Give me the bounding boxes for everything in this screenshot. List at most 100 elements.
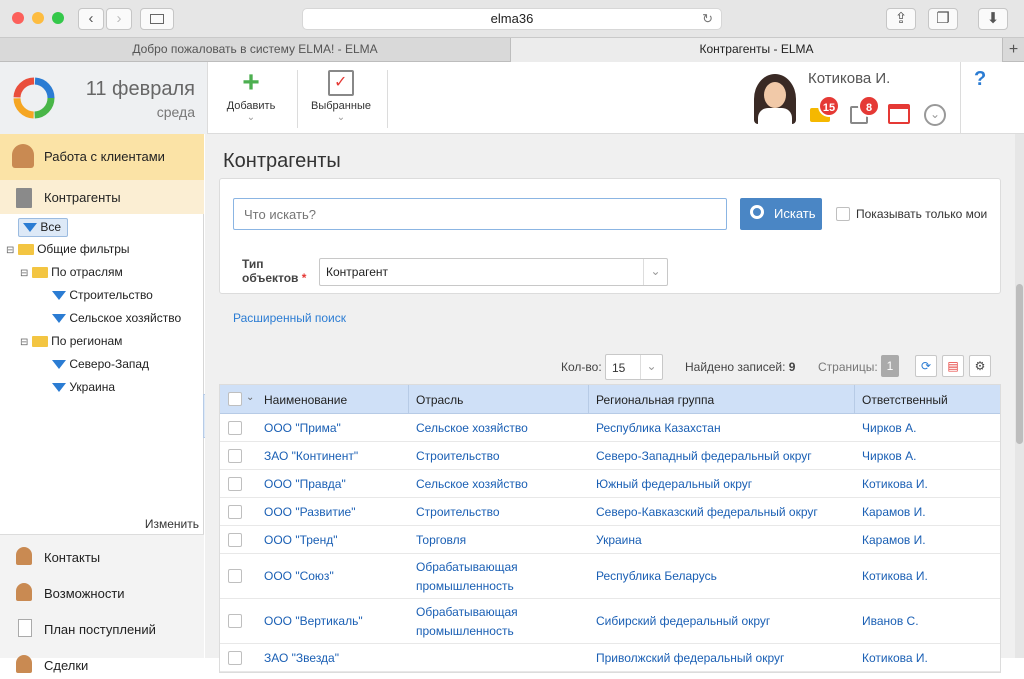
cell-name[interactable]: ООО "Прима" (264, 421, 341, 435)
cell-industry[interactable]: Сельское хозяйство (416, 477, 528, 491)
sidebar-section-clients[interactable]: Работа с клиентами (0, 134, 204, 180)
address-bar[interactable]: elma36 ↻ (302, 8, 722, 30)
refresh-icon[interactable]: ⟳ (915, 355, 937, 377)
table-row[interactable]: ООО "Вертикаль" Обрабатывающая промышленн… (220, 599, 1000, 644)
cell-owner[interactable]: Котикова И. (862, 477, 928, 491)
sidebar-item-contractors[interactable]: Контрагенты (0, 180, 204, 214)
edit-link[interactable]: Изменить (145, 517, 199, 531)
forward-button[interactable]: › (106, 8, 132, 30)
table-row[interactable]: ЗАО "Звезда" Приволжский федеральный окр… (220, 644, 1000, 672)
column-header-name[interactable]: Наименование (264, 393, 347, 407)
cell-region[interactable]: Северо-Кавказский федеральный округ (596, 505, 818, 519)
cell-region[interactable]: Украина (596, 533, 642, 547)
cell-industry[interactable]: Торговля (416, 533, 466, 547)
minimize-window-button[interactable] (32, 12, 44, 24)
row-checkbox[interactable] (228, 449, 242, 463)
row-checkbox[interactable] (228, 533, 242, 547)
sidebar-item-contacts[interactable]: Контакты (0, 541, 204, 571)
cell-region[interactable]: Северо-Западный федеральный округ (596, 449, 812, 463)
user-menu-chevron-icon[interactable]: ⌄ (924, 104, 946, 126)
calendar-icon[interactable] (888, 104, 910, 124)
page-size-select[interactable]: 15 ⌄ (605, 354, 663, 380)
new-tab-button[interactable]: + (1003, 38, 1024, 62)
sidebar-item-deals[interactable]: Сделки (0, 649, 204, 679)
table-row[interactable]: ООО "Тренд" Торговля Украина Карамов И. (220, 526, 1000, 554)
only-mine-checkbox[interactable] (836, 207, 850, 221)
cell-owner[interactable]: Котикова И. (862, 569, 928, 583)
search-input[interactable] (233, 198, 727, 230)
chevron-down-icon[interactable]: ⌄ (246, 392, 254, 403)
column-header-industry[interactable]: Отрасль (416, 393, 463, 407)
columns-settings-icon[interactable]: ▤ (942, 355, 964, 377)
table-row[interactable]: ООО "Прима" Сельское хозяйство Республик… (220, 414, 1000, 442)
downloads-button[interactable]: ⬇ (978, 8, 1008, 30)
cell-owner[interactable]: Карамов И. (862, 505, 926, 519)
table-row[interactable]: ЗАО "Континент" Строительство Северо-Зап… (220, 442, 1000, 470)
row-checkbox[interactable] (228, 505, 242, 519)
cell-name[interactable]: ООО "Развитие" (264, 505, 355, 519)
user-name[interactable]: Котикова И. (808, 70, 890, 87)
close-window-button[interactable] (12, 12, 24, 24)
share-button[interactable]: ⇪ (886, 8, 916, 30)
logo[interactable] (0, 62, 70, 134)
cell-owner[interactable]: Иванов С. (862, 614, 919, 628)
sidebar-item-opportunities[interactable]: Возможности (0, 577, 204, 607)
sidebar-toggle-button[interactable] (140, 8, 174, 30)
cell-owner[interactable]: Чирков А. (862, 421, 916, 435)
row-checkbox[interactable] (228, 651, 242, 665)
tree-node-agriculture[interactable]: Сельское хозяйство (52, 311, 181, 325)
cell-name[interactable]: ООО "Правда" (264, 477, 346, 491)
row-checkbox[interactable] (228, 569, 242, 583)
tree-node-ukraine[interactable]: Украина (52, 380, 115, 394)
cell-industry[interactable]: Обрабатывающая промышленность (416, 603, 518, 641)
table-row[interactable]: ООО "Развитие" Строительство Северо-Кавк… (220, 498, 1000, 526)
column-header-owner[interactable]: Ответственный (862, 393, 948, 407)
cell-region[interactable]: Приволжский федеральный округ (596, 651, 784, 665)
tabs-overview-button[interactable]: ❐ (928, 8, 958, 30)
row-checkbox[interactable] (228, 421, 242, 435)
back-button[interactable]: ‹ (78, 8, 104, 30)
tab-contractors[interactable]: Контрагенты - ELMA (511, 38, 1003, 62)
scrollbar-thumb[interactable] (1016, 284, 1023, 444)
cell-name[interactable]: ООО "Тренд" (264, 533, 338, 547)
help-icon[interactable]: ? (974, 68, 986, 91)
cell-industry[interactable]: Обрабатывающая промышленность (416, 558, 518, 596)
tab-welcome[interactable]: Добро пожаловать в систему ELMA! - ELMA (0, 38, 511, 62)
sidebar-item-income-plan[interactable]: План поступлений (0, 613, 204, 643)
scrollbar[interactable] (1015, 134, 1024, 658)
reload-icon[interactable]: ↻ (702, 9, 713, 29)
row-checkbox[interactable] (228, 477, 242, 491)
tree-node-by-region[interactable]: ⊟ По регионам (20, 334, 122, 348)
row-checkbox[interactable] (228, 614, 242, 628)
cell-region[interactable]: Сибирский федеральный округ (596, 614, 770, 628)
gear-icon[interactable]: ⚙ (969, 355, 991, 377)
tree-node-northwest[interactable]: Северо-Запад (52, 357, 149, 371)
advanced-search-link[interactable]: Расширенный поиск (233, 311, 346, 325)
cell-name[interactable]: ЗАО "Звезда" (264, 651, 339, 665)
column-header-region[interactable]: Региональная группа (596, 393, 714, 407)
tree-node-construction[interactable]: Строительство (52, 288, 153, 302)
cell-owner[interactable]: Чирков А. (862, 449, 916, 463)
collapse-icon[interactable]: ⊟ (20, 337, 28, 348)
avatar[interactable] (754, 74, 796, 124)
cell-owner[interactable]: Карамов И. (862, 533, 926, 547)
cell-region[interactable]: Республика Казахстан (596, 421, 721, 435)
select-all-checkbox[interactable] (228, 392, 242, 406)
cell-industry[interactable]: Строительство (416, 505, 500, 519)
add-button[interactable]: + Добавить ⌄ (214, 62, 288, 134)
cell-region[interactable]: Республика Беларусь (596, 569, 717, 583)
favorites-button[interactable]: ✓ Выбранные ⌄ (304, 62, 378, 134)
tree-node-common-filters[interactable]: ⊟ Общие фильтры (6, 242, 130, 256)
zoom-window-button[interactable] (52, 12, 64, 24)
table-row[interactable]: ООО "Союз" Обрабатывающая промышленность … (220, 554, 1000, 599)
search-button[interactable]: Искать (740, 198, 822, 230)
cell-name[interactable]: ЗАО "Континент" (264, 449, 358, 463)
cell-industry[interactable]: Строительство (416, 449, 500, 463)
tree-node-by-industry[interactable]: ⊟ По отраслям (20, 265, 123, 279)
object-type-select[interactable]: Контрагент ⌄ (319, 258, 668, 286)
tree-node-all[interactable]: Все (18, 218, 69, 237)
collapse-icon[interactable]: ⊟ (20, 268, 28, 279)
cell-name[interactable]: ООО "Союз" (264, 569, 334, 583)
cell-region[interactable]: Южный федеральный округ (596, 477, 752, 491)
table-row[interactable]: ООО "Правда" Сельское хозяйство Южный фе… (220, 470, 1000, 498)
